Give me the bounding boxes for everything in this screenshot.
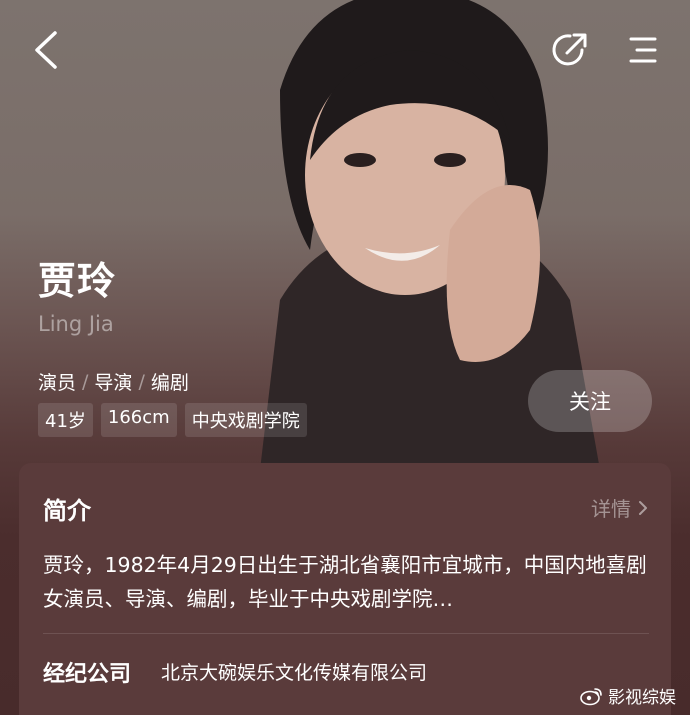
school-tag: 中央戏剧学院 — [184, 403, 307, 437]
divider — [43, 633, 649, 634]
role-item: 导演 — [94, 372, 133, 394]
agency-label: 经纪公司 — [43, 662, 132, 687]
role-item: 编剧 — [150, 372, 189, 394]
share-button[interactable] — [546, 26, 594, 74]
tag-list: 41岁 166cm 中央戏剧学院 — [38, 403, 307, 437]
role-item: 演员 — [38, 372, 77, 394]
role-list: 演员 / 导演 / 编剧 — [38, 368, 189, 395]
height-tag: 166cm — [100, 403, 177, 437]
share-icon — [552, 33, 587, 66]
chevron-left-icon — [35, 31, 57, 69]
age-tag: 41岁 — [38, 403, 93, 437]
ellipsis: … — [432, 587, 454, 611]
watermark: 影视综娱 — [580, 683, 676, 708]
back-button[interactable] — [22, 26, 70, 74]
menu-button[interactable] — [618, 26, 666, 74]
role-separator: / — [82, 370, 89, 393]
role-separator: / — [138, 370, 145, 393]
intro-text-content: 贾玲，1982年4月29日出生于湖北省襄阳市宜城市，中国内地喜剧女演员、导演、编… — [43, 553, 647, 611]
follow-button[interactable]: 关注 — [528, 370, 652, 432]
details-label: 详情 — [591, 497, 631, 521]
agency-value[interactable]: 北京大碗娱乐文化传媒有限公司 — [161, 658, 427, 685]
intro-details-link[interactable]: 详情 — [591, 493, 649, 522]
chevron-right-icon — [639, 500, 647, 515]
intro-title: 简介 — [43, 497, 91, 525]
watermark-text: 影视综娱 — [608, 688, 676, 708]
menu-icon — [629, 37, 657, 63]
person-name-en: Ling Jia — [38, 312, 114, 336]
intro-text: 贾玲，1982年4月29日出生于湖北省襄阳市宜城市，中国内地喜剧女演员、导演、编… — [43, 548, 649, 616]
weibo-icon — [580, 687, 602, 705]
person-name: 贾玲 — [38, 259, 117, 303]
intro-card: 简介 详情 贾玲，1982年4月29日出生于湖北省襄阳市宜城市，中国内地喜剧女演… — [19, 463, 671, 715]
